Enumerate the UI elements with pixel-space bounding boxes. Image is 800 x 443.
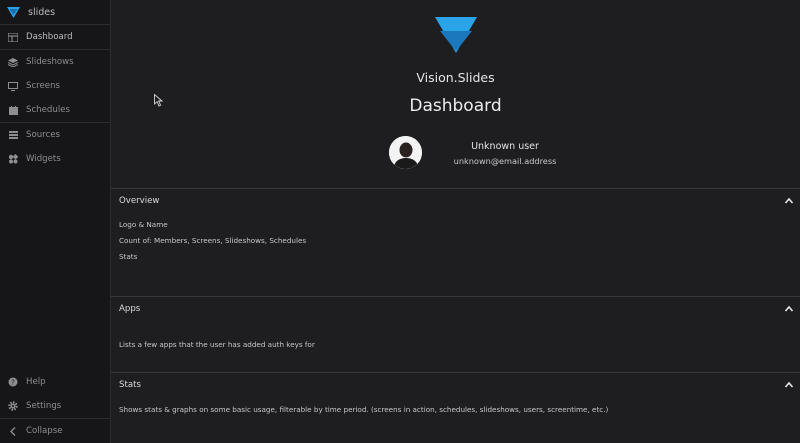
mouse-cursor-icon bbox=[154, 94, 163, 107]
help-icon: ? bbox=[8, 377, 18, 387]
sidebar-item-label: Screens bbox=[26, 81, 61, 91]
sidebar: slides Dashboard Slideshows Screens Sche… bbox=[0, 0, 111, 443]
layers-icon bbox=[8, 57, 18, 67]
panel-line: Shows stats & graphs on some basic usage… bbox=[119, 405, 609, 414]
brand-logo-icon bbox=[7, 6, 20, 18]
panel-line: Count of: Members, Screens, Slideshows, … bbox=[119, 236, 307, 245]
apps-panel-header[interactable]: Apps bbox=[111, 297, 800, 321]
sidebar-item-label: Sources bbox=[26, 130, 60, 140]
sidebar-item-label: Schedules bbox=[26, 105, 70, 115]
chevron-up-icon[interactable] bbox=[784, 196, 794, 206]
overview-panel-body: Logo & Name Count of: Members, Screens, … bbox=[111, 213, 800, 265]
sidebar-item-dashboard[interactable]: Dashboard bbox=[0, 25, 110, 49]
monitor-icon bbox=[8, 81, 18, 91]
sidebar-item-label: Settings bbox=[26, 401, 62, 411]
sidebar-item-schedules[interactable]: Schedules bbox=[0, 98, 110, 122]
stats-panel: Stats Shows stats & graphs on some basic… bbox=[111, 372, 800, 443]
calendar-icon bbox=[8, 105, 18, 115]
collapse-button[interactable]: Collapse bbox=[0, 419, 110, 443]
sidebar-item-settings[interactable]: Settings bbox=[0, 394, 110, 418]
sidebar-item-label: Dashboard bbox=[26, 32, 73, 42]
panel-title: Stats bbox=[119, 380, 141, 390]
list-icon bbox=[8, 130, 18, 140]
stats-panel-header[interactable]: Stats bbox=[111, 373, 800, 397]
app-name: Vision.Slides bbox=[416, 70, 495, 85]
apps-panel-body: Lists a few apps that the user has added… bbox=[111, 321, 800, 353]
sidebar-item-label: Collapse bbox=[26, 426, 63, 436]
sidebar-item-help[interactable]: ? Help bbox=[0, 370, 110, 394]
main-content: Vision.Slides Dashboard Unknown user unk… bbox=[111, 0, 800, 443]
sidebar-bottom: ? Help Settings Collapse bbox=[0, 370, 110, 443]
svg-text:?: ? bbox=[11, 379, 15, 387]
sidebar-item-slideshows[interactable]: Slideshows bbox=[0, 50, 110, 74]
sidebar-item-label: Slideshows bbox=[26, 57, 74, 67]
stats-panel-body: Shows stats & graphs on some basic usage… bbox=[111, 397, 800, 418]
dashboard-header: Vision.Slides Dashboard Unknown user unk… bbox=[111, 0, 800, 188]
user-name: Unknown user bbox=[471, 141, 539, 152]
brand-label: slides bbox=[28, 6, 56, 18]
vision-slides-logo-icon bbox=[435, 17, 477, 53]
chevron-left-icon bbox=[8, 426, 18, 436]
apps-panel: Apps Lists a few apps that the user has … bbox=[111, 296, 800, 372]
sidebar-item-label: Help bbox=[26, 377, 46, 387]
panel-title: Overview bbox=[119, 196, 160, 206]
panel-line: Lists a few apps that the user has added… bbox=[119, 340, 315, 349]
user-email: unknown@email.address bbox=[453, 156, 557, 166]
sidebar-item-label: Widgets bbox=[26, 154, 61, 164]
chevron-up-icon[interactable] bbox=[784, 380, 794, 390]
panel-title: Apps bbox=[119, 304, 141, 314]
avatar[interactable] bbox=[389, 136, 422, 169]
dashboard-icon bbox=[8, 32, 18, 42]
overview-panel: Overview Logo & Name Count of: Members, … bbox=[111, 188, 800, 296]
panel-line: Stats bbox=[119, 252, 138, 261]
sidebar-item-widgets[interactable]: Widgets bbox=[0, 147, 110, 171]
sidebar-item-screens[interactable]: Screens bbox=[0, 74, 110, 98]
sidebar-item-sources[interactable]: Sources bbox=[0, 123, 110, 147]
page-title: Dashboard bbox=[409, 96, 502, 116]
chevron-up-icon[interactable] bbox=[784, 304, 794, 314]
panel-line: Logo & Name bbox=[119, 220, 168, 229]
gear-icon bbox=[8, 401, 18, 411]
brand[interactable]: slides bbox=[0, 0, 110, 24]
widgets-icon bbox=[8, 154, 18, 164]
overview-panel-header[interactable]: Overview bbox=[111, 189, 800, 213]
